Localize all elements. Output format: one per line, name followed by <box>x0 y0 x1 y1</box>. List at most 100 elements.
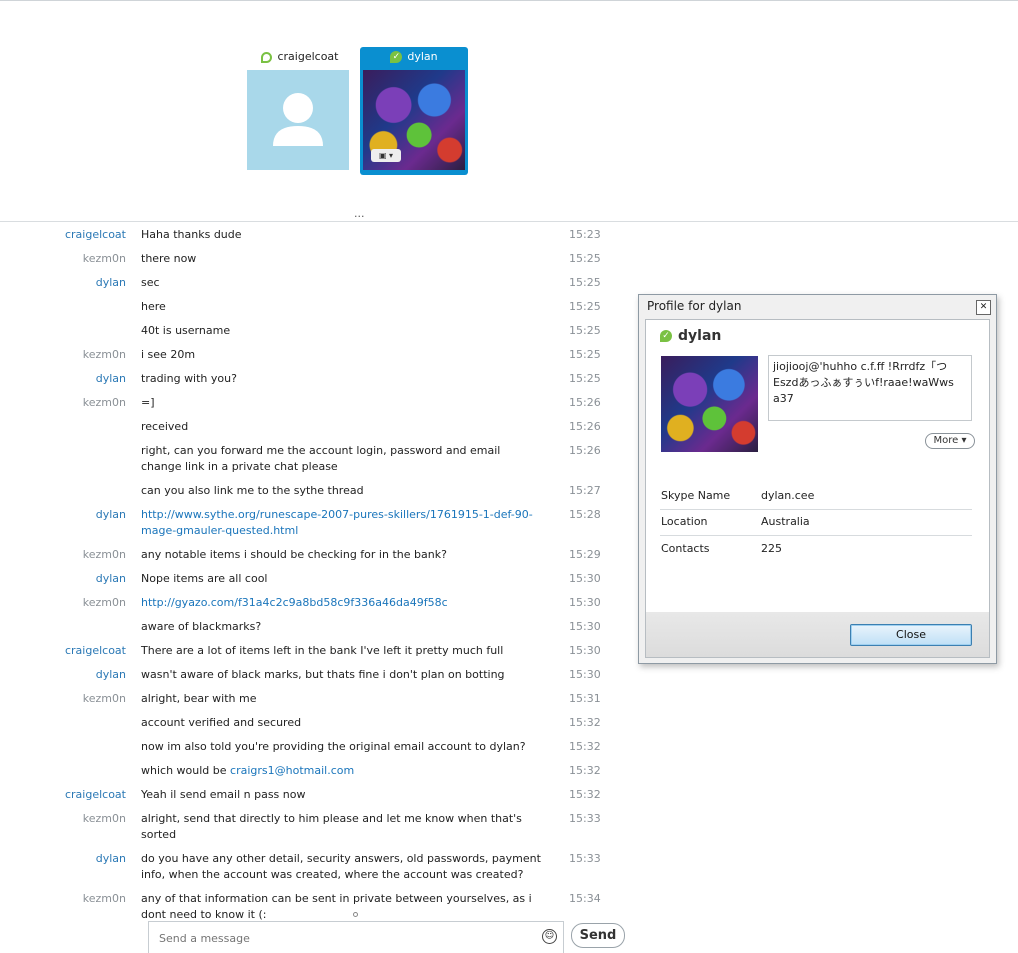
participant-tile-dylan[interactable]: ✓ dylan ▣ ▾ <box>360 47 468 175</box>
message-text-content: aware of blackmarks? <box>141 620 262 633</box>
profile-avatar <box>661 356 758 452</box>
message-text-content: there now <box>141 252 197 265</box>
message-text-content: any of that information can be sent in p… <box>141 892 532 921</box>
message-text: do you have any other detail, security a… <box>141 851 541 883</box>
message-text-content: any notable items i should be checking f… <box>141 548 447 561</box>
message-row: dylan wasn't aware of black marks, but th… <box>0 664 610 688</box>
emoticon-icon[interactable]: ☺ <box>542 929 557 944</box>
message-text: now im also told you're providing the or… <box>141 739 541 755</box>
message-sender[interactable]: kezm0n <box>0 547 141 563</box>
message-sender[interactable]: kezm0n <box>0 811 141 843</box>
message-text-content: alright, bear with me <box>141 692 257 705</box>
close-button[interactable]: Close <box>850 624 972 646</box>
chevron-down-icon: ▾ <box>961 435 967 446</box>
message-text-content: sec <box>141 276 160 289</box>
more-participants-icon[interactable]: ... <box>354 207 365 220</box>
message-timestamp: 15:26 <box>569 444 601 457</box>
chat-history: craigelcoat Haha thanks dude 15:23 kezm0n th… <box>0 224 610 928</box>
participant-name: ✓ dylan <box>360 47 468 67</box>
message-text-content: i see 20m <box>141 348 196 361</box>
message-text-content: account verified and secured <box>141 716 302 729</box>
message-sender[interactable]: dylan <box>0 371 141 387</box>
message-row: dylan do you have any other detail, secur… <box>0 848 610 888</box>
message-text: alright, send that directly to him pleas… <box>141 811 541 843</box>
message-sender[interactable]: dylan <box>0 275 141 291</box>
person-silhouette-icon <box>273 93 323 146</box>
message-timestamp: 15:25 <box>569 348 601 361</box>
more-button[interactable]: More ▾ <box>925 433 975 449</box>
dialog-title: Profile for dylan <box>647 299 742 313</box>
message-sender[interactable]: craigelcoat <box>0 227 141 243</box>
message-text: wasn't aware of black marks, but thats f… <box>141 667 541 683</box>
profile-field-location: Location Australia <box>660 509 972 536</box>
message-timestamp: 15:32 <box>569 716 601 729</box>
message-timestamp: 15:32 <box>569 764 601 777</box>
message-sender <box>0 619 141 635</box>
message-text-content: alright, send that directly to him pleas… <box>141 812 522 841</box>
message-text: http://www.sythe.org/runescape-2007-pure… <box>141 507 541 539</box>
message-row: which would be craigrs1@hotmail.com 15:32 <box>0 760 610 784</box>
camera-dropdown-button[interactable]: ▣ ▾ <box>371 149 401 162</box>
message-sender[interactable]: craigelcoat <box>0 643 141 659</box>
status-ring-icon <box>261 51 273 63</box>
message-text: any notable items i should be checking f… <box>141 547 541 563</box>
message-sender[interactable]: craigelcoat <box>0 787 141 803</box>
message-text: trading with you? <box>141 371 541 387</box>
message-sender <box>0 739 141 755</box>
message-timestamp: 15:31 <box>569 692 601 705</box>
dialog-footer: Close <box>645 612 990 658</box>
message-sender[interactable]: dylan <box>0 571 141 587</box>
message-link[interactable]: http://www.sythe.org/runescape-2007-pure… <box>141 508 533 537</box>
message-text-content: 40t is username <box>141 324 231 337</box>
message-sender[interactable]: kezm0n <box>0 891 141 923</box>
message-input[interactable] <box>157 926 531 950</box>
message-row: can you also link me to the sythe thread… <box>0 480 610 504</box>
participant-name: craigelcoat <box>246 47 354 67</box>
participants-strip: craigelcoat ✓ dylan ▣ ▾ ... <box>0 43 1018 222</box>
send-button[interactable]: Send <box>571 923 625 948</box>
message-sender[interactable]: dylan <box>0 507 141 539</box>
online-check-icon: ✓ <box>660 330 672 342</box>
dylan-avatar: ▣ ▾ <box>363 70 465 170</box>
message-row: kezm0n there now 15:25 <box>0 248 610 272</box>
default-avatar <box>247 70 349 170</box>
message-sender[interactable]: kezm0n <box>0 691 141 707</box>
message-text-content: received <box>141 420 189 433</box>
typing-indicator-icon <box>353 912 358 917</box>
message-sender[interactable]: dylan <box>0 667 141 683</box>
message-row: craigelcoat There are a lot of items left… <box>0 640 610 664</box>
message-row: aware of blackmarks? 15:30 <box>0 616 610 640</box>
message-timestamp: 15:26 <box>569 420 601 433</box>
message-text-content: here <box>141 300 166 313</box>
message-row: kezm0n alright, send that directly to him… <box>0 808 610 848</box>
message-text: there now <box>141 251 541 267</box>
profile-field-contacts: Contacts 225 <box>661 542 782 555</box>
message-timestamp: 15:23 <box>569 228 601 241</box>
message-text-content: now im also told you're providing the or… <box>141 740 526 753</box>
message-text-content: trading with you? <box>141 372 237 385</box>
profile-body: ✓ dylan jiojiooj@'huhho c.f.ff !Rrrdfz「つ… <box>645 319 990 613</box>
message-timestamp: 15:26 <box>569 396 601 409</box>
message-row: now im also told you're providing the or… <box>0 736 610 760</box>
message-sender[interactable]: kezm0n <box>0 395 141 411</box>
message-row: account verified and secured 15:32 <box>0 712 610 736</box>
message-timestamp: 15:30 <box>569 572 601 585</box>
message-row: received 15:26 <box>0 416 610 440</box>
message-text: alright, bear with me <box>141 691 541 707</box>
message-row: kezm0n http://gyazo.com/f31a4c2c9a8bd58c9… <box>0 592 610 616</box>
online-check-icon: ✓ <box>390 51 403 63</box>
message-composer[interactable]: ☺ <box>148 921 564 953</box>
message-link[interactable]: http://gyazo.com/f31a4c2c9a8bd58c9f336a4… <box>141 596 448 609</box>
message-timestamp: 15:25 <box>569 252 601 265</box>
participant-tile-craigelcoat[interactable]: craigelcoat <box>246 47 354 175</box>
message-text: Haha thanks dude <box>141 227 541 243</box>
message-text-content: Nope items are all cool <box>141 572 268 585</box>
message-sender[interactable]: kezm0n <box>0 595 141 611</box>
message-link[interactable]: craigrs1@hotmail.com <box>230 764 354 777</box>
message-sender[interactable]: kezm0n <box>0 347 141 363</box>
message-timestamp: 15:25 <box>569 324 601 337</box>
message-timestamp: 15:30 <box>569 620 601 633</box>
close-icon[interactable]: ✕ <box>976 300 991 315</box>
message-sender[interactable]: dylan <box>0 851 141 883</box>
message-sender[interactable]: kezm0n <box>0 251 141 267</box>
